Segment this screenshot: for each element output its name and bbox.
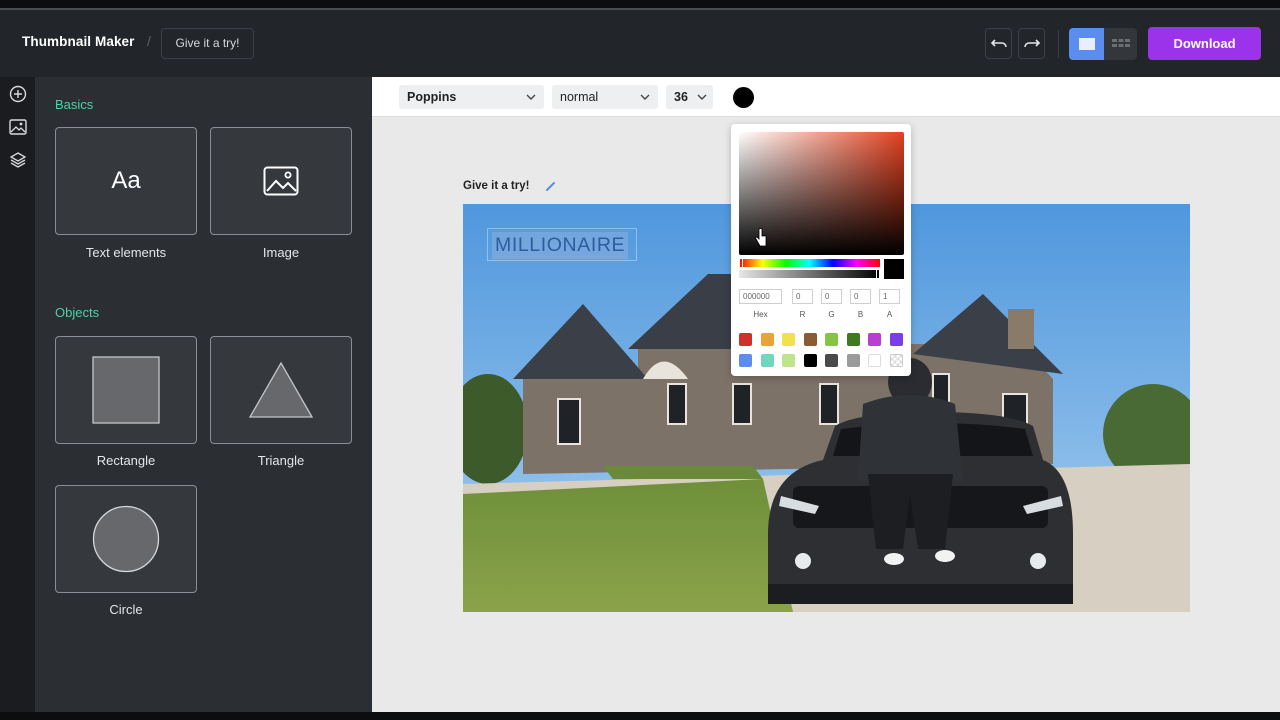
font-weight-value: normal [560,90,599,104]
blue-label: B [857,310,864,319]
color-swatch[interactable] [846,333,860,346]
color-swatch[interactable] [868,333,881,346]
breadcrumb-separator: / [147,33,151,49]
chevron-down-icon [526,85,536,117]
text-elements-label: Text elements [85,245,167,260]
green-input[interactable]: 0 [821,289,842,304]
color-swatch[interactable] [739,354,752,367]
color-swatch[interactable] [760,333,774,346]
color-picker-popover: 000000 0 0 0 1 Hex R G B A [731,124,911,376]
blue-input[interactable]: 0 [850,289,871,304]
single-frame-icon [1078,38,1095,50]
color-swatch[interactable] [889,354,903,367]
color-swatch[interactable] [889,333,903,346]
editor-workspace: Poppins normal 36 Give it a try! MILLION… [372,77,1280,712]
rectangle-tile[interactable] [55,336,197,444]
hue-slider[interactable] [739,259,880,267]
single-view-toggle[interactable] [1069,28,1104,60]
font-size-value: 36 [674,90,688,104]
section-title-objects: Objects [55,305,100,320]
font-size-select[interactable]: 36 [666,85,713,109]
color-swatch[interactable] [760,354,774,367]
red-input[interactable]: 0 [792,289,813,304]
text-toolbar: Poppins normal 36 [372,77,1280,117]
color-swatch[interactable] [739,333,752,346]
alpha-input[interactable]: 1 [879,289,900,304]
app-header: Thumbnail Maker / Give it a try! Downloa… [0,10,1280,77]
download-button[interactable]: Download [1148,27,1261,60]
app-window: Thumbnail Maker / Give it a try! Downloa… [0,0,1280,720]
window-bottom-strip [0,712,1280,720]
triangle-tile[interactable] [210,336,352,444]
window-top-strip [0,0,1280,8]
circle-shape-icon [92,505,160,573]
hex-label: Hex [753,310,768,319]
hex-input[interactable]: 000000 [739,289,782,304]
text-tile-glyph: Aa [111,167,141,194]
color-swatch[interactable] [782,333,795,346]
alpha-slider-handle[interactable] [876,269,880,279]
font-weight-select[interactable]: normal [552,85,658,109]
rail-add-button[interactable] [3,79,33,109]
layers-icon [9,152,27,168]
tool-rail [0,77,36,712]
circle-tile[interactable] [55,485,197,593]
color-swatch[interactable] [825,354,838,367]
rectangle-label: Rectangle [96,453,156,468]
elements-panel: Basics Aa Text elements Image Objects Re… [36,77,372,712]
alpha-slider[interactable] [739,270,880,278]
image-icon [9,119,27,135]
edit-title-pencil-icon[interactable] [545,179,557,197]
circle-label: Circle [109,602,143,617]
text-elements-tile[interactable]: Aa [55,127,197,235]
color-swatch[interactable] [803,333,817,346]
add-icon [9,85,27,103]
green-label: G [828,310,835,319]
image-tile[interactable] [210,127,352,235]
section-title-basics: Basics [55,97,94,112]
hand-cursor-icon [755,228,767,247]
text-color-button[interactable] [733,87,754,108]
header-divider [1058,30,1059,58]
canvas-text-element[interactable]: MILLIONAIRE [492,232,629,259]
red-label: R [799,310,806,319]
color-swatch[interactable] [825,333,838,346]
color-swatch[interactable] [803,354,817,367]
grid-icon [1111,39,1130,47]
font-family-value: Poppins [407,90,457,104]
rail-image-button[interactable] [3,112,33,142]
current-color-preview [884,259,904,279]
project-name-field[interactable]: Give it a try! [161,28,254,59]
app-title: Thumbnail Maker [22,34,135,49]
triangle-shape-icon [248,361,314,418]
grid-view-toggle[interactable] [1104,28,1137,60]
undo-button[interactable] [985,28,1012,59]
undo-icon [990,38,1007,47]
font-family-select[interactable]: Poppins [399,85,544,109]
color-swatch[interactable] [782,354,795,367]
canvas-title: Give it a try! [463,180,530,192]
redo-icon [1023,38,1040,47]
rectangle-shape-icon [92,356,160,424]
rail-layers-button[interactable] [3,145,33,175]
chevron-down-icon [697,85,707,117]
redo-button[interactable] [1018,28,1045,59]
image-label: Image [262,245,300,260]
color-swatch[interactable] [846,354,860,367]
color-swatch[interactable] [868,354,881,367]
image-icon [263,166,299,196]
chevron-down-icon [640,85,650,117]
alpha-label: A [886,310,893,319]
triangle-label: Triangle [257,453,305,468]
hue-slider-handle[interactable] [739,258,743,268]
